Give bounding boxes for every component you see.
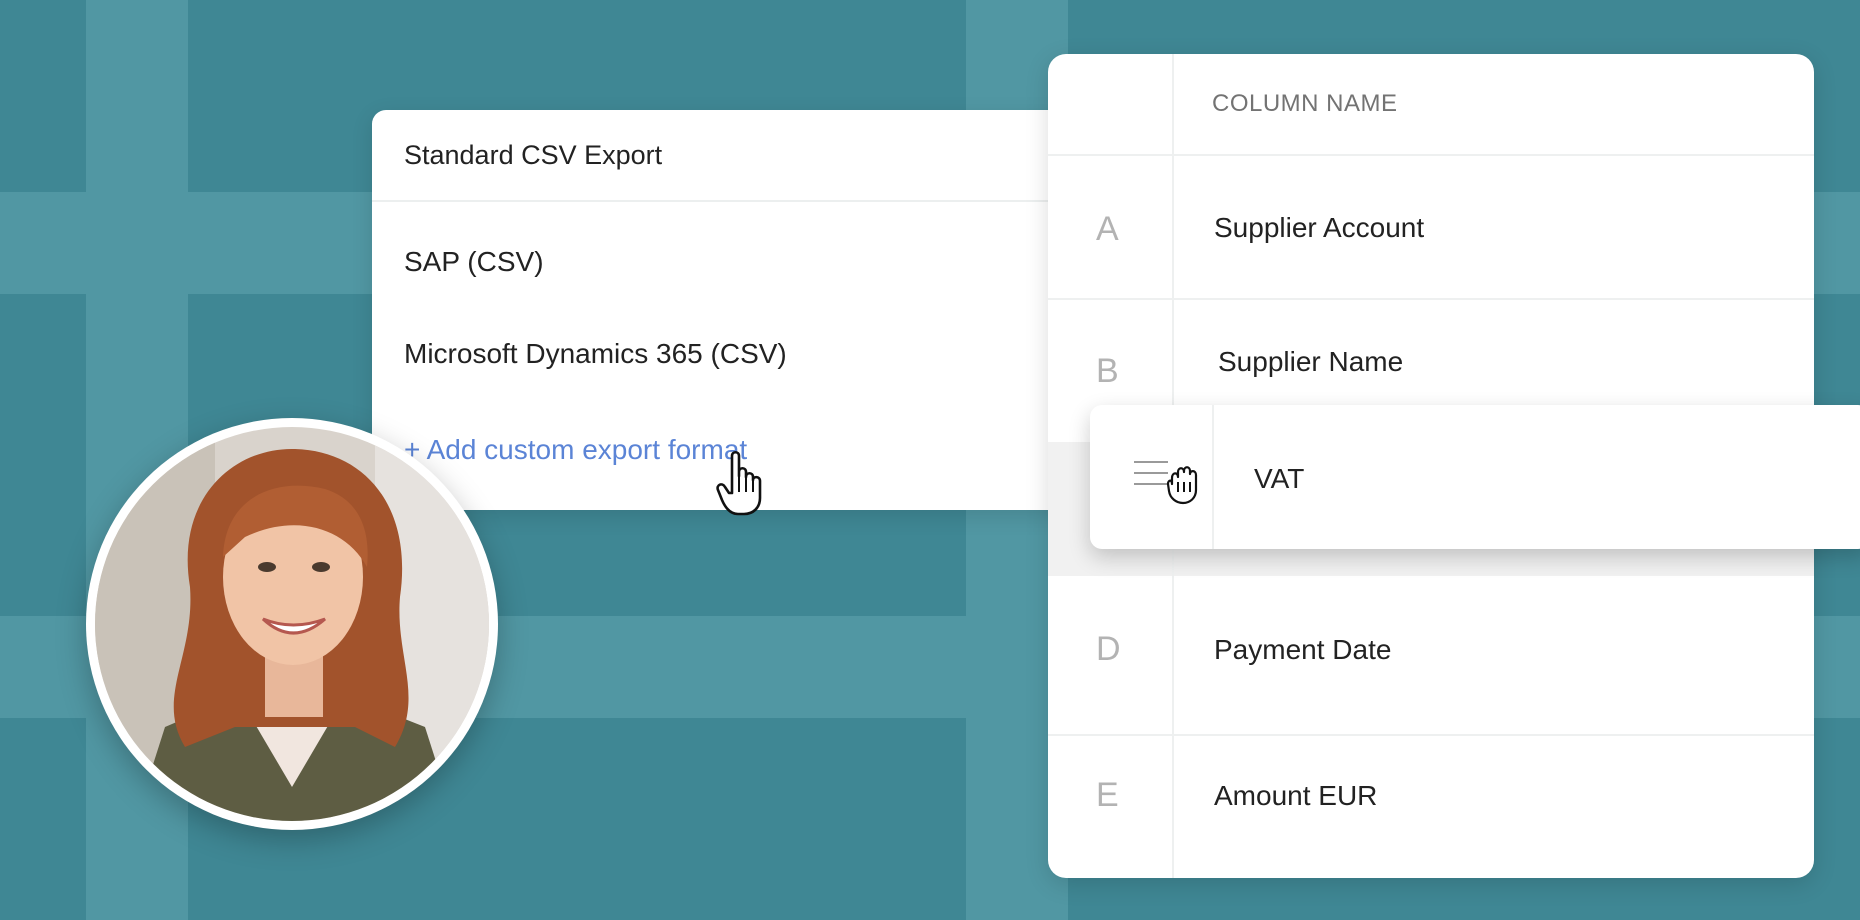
row-letter: B	[1096, 352, 1119, 390]
avatar	[86, 418, 498, 830]
table-row[interactable]: E Amount EUR	[1048, 736, 1814, 878]
dragged-row[interactable]: VAT	[1090, 405, 1860, 549]
export-option-sap[interactable]: SAP (CSV)	[404, 246, 544, 278]
add-custom-export-format-link[interactable]: + Add custom export format	[404, 434, 747, 466]
row-column-name: Payment Date	[1214, 634, 1392, 665]
row-letter: E	[1096, 776, 1119, 814]
row-column-name: Supplier Name	[1218, 346, 1404, 377]
export-option-dynamics[interactable]: Microsoft Dynamics 365 (CSV)	[404, 338, 787, 370]
column-name-header: COLUMN NAME	[1212, 90, 1398, 117]
row-letter: A	[1096, 210, 1119, 248]
selected-export-format[interactable]: Standard CSV Export	[372, 110, 1072, 202]
avatar-photo	[95, 427, 489, 821]
table-row[interactable]: A Supplier Account	[1048, 154, 1814, 300]
row-column-name: Supplier Account	[1214, 212, 1425, 243]
row-letter: D	[1096, 630, 1121, 668]
hand-pointer-cursor-icon	[716, 450, 762, 516]
drag-handle-icon[interactable]	[1134, 461, 1168, 491]
table-header: COLUMN NAME	[1048, 54, 1814, 156]
table-row[interactable]: D Payment Date	[1048, 590, 1814, 736]
grab-cursor-icon	[1166, 466, 1198, 505]
selected-export-format-label: Standard CSV Export	[404, 139, 663, 170]
row-column-name: Amount EUR	[1214, 780, 1378, 811]
dragged-row-name: VAT	[1254, 463, 1305, 494]
column-divider	[1212, 405, 1214, 549]
